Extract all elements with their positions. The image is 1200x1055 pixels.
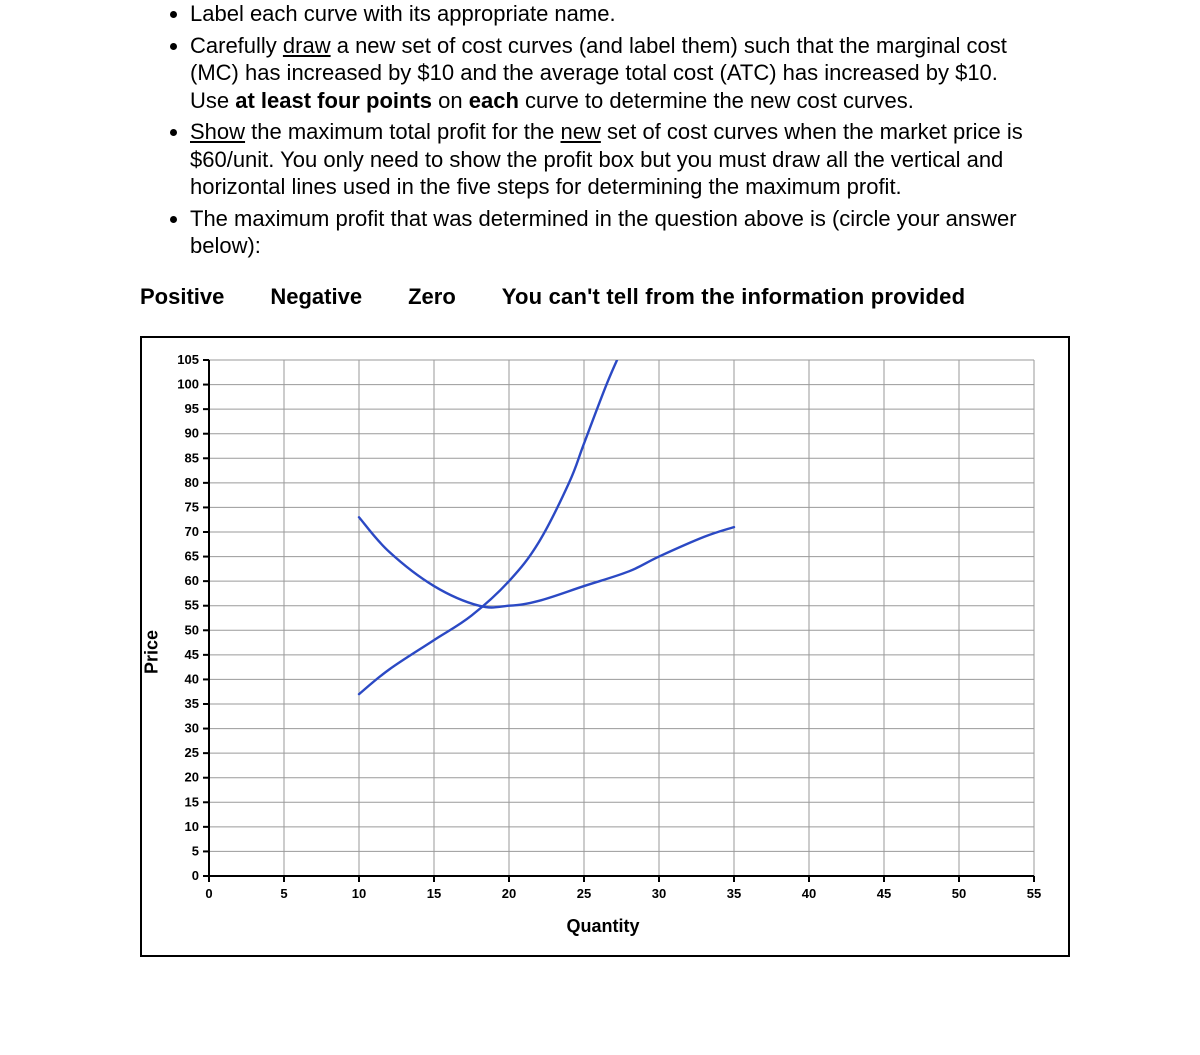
svg-text:25: 25 [577,886,591,901]
svg-text:100: 100 [177,376,199,391]
svg-text:30: 30 [185,720,199,735]
svg-text:30: 30 [652,886,666,901]
svg-text:0: 0 [205,886,212,901]
svg-text:90: 90 [185,425,199,440]
svg-text:70: 70 [185,524,199,539]
svg-text:45: 45 [877,886,891,901]
answer-cant-tell: You can't tell from the information prov… [502,284,965,310]
svg-text:10: 10 [185,818,199,833]
answer-positive: Positive [140,284,224,310]
svg-text:105: 105 [177,352,199,367]
answer-zero: Zero [408,284,456,310]
svg-text:20: 20 [502,886,516,901]
svg-text:50: 50 [952,886,966,901]
svg-text:80: 80 [185,474,199,489]
curve-mc [359,350,622,694]
svg-text:55: 55 [1027,886,1041,901]
svg-text:60: 60 [185,573,199,588]
svg-text:95: 95 [185,401,199,416]
svg-text:75: 75 [185,499,199,514]
instruction-item: Carefully draw a new set of cost curves … [190,32,1040,115]
y-axis-label: Price [142,630,163,674]
svg-text:10: 10 [352,886,366,901]
instruction-item: Show the maximum total profit for the ne… [190,118,1040,201]
svg-text:15: 15 [185,794,199,809]
svg-text:20: 20 [185,769,199,784]
svg-text:55: 55 [185,597,199,612]
svg-text:35: 35 [727,886,741,901]
chart-container: Price 0510152025303540455055606570758085… [140,336,1070,957]
svg-text:5: 5 [280,886,287,901]
svg-text:35: 35 [185,696,199,711]
cost-curve-chart: 0510152025303540455055606570758085909510… [154,350,1044,910]
answer-options: Positive Negative Zero You can't tell fr… [140,284,1160,310]
svg-text:50: 50 [185,622,199,637]
svg-text:40: 40 [185,671,199,686]
instruction-list: Label each curve with its appropriate na… [190,0,1040,260]
svg-text:25: 25 [185,745,199,760]
svg-text:65: 65 [185,548,199,563]
svg-text:0: 0 [192,868,199,883]
svg-text:85: 85 [185,450,199,465]
svg-text:15: 15 [427,886,441,901]
svg-text:5: 5 [192,843,199,858]
svg-text:40: 40 [802,886,816,901]
svg-text:45: 45 [185,646,199,661]
answer-negative: Negative [270,284,362,310]
instruction-item: The maximum profit that was determined i… [190,205,1040,260]
instruction-item: Label each curve with its appropriate na… [190,0,1040,28]
x-axis-label: Quantity [154,916,1052,937]
